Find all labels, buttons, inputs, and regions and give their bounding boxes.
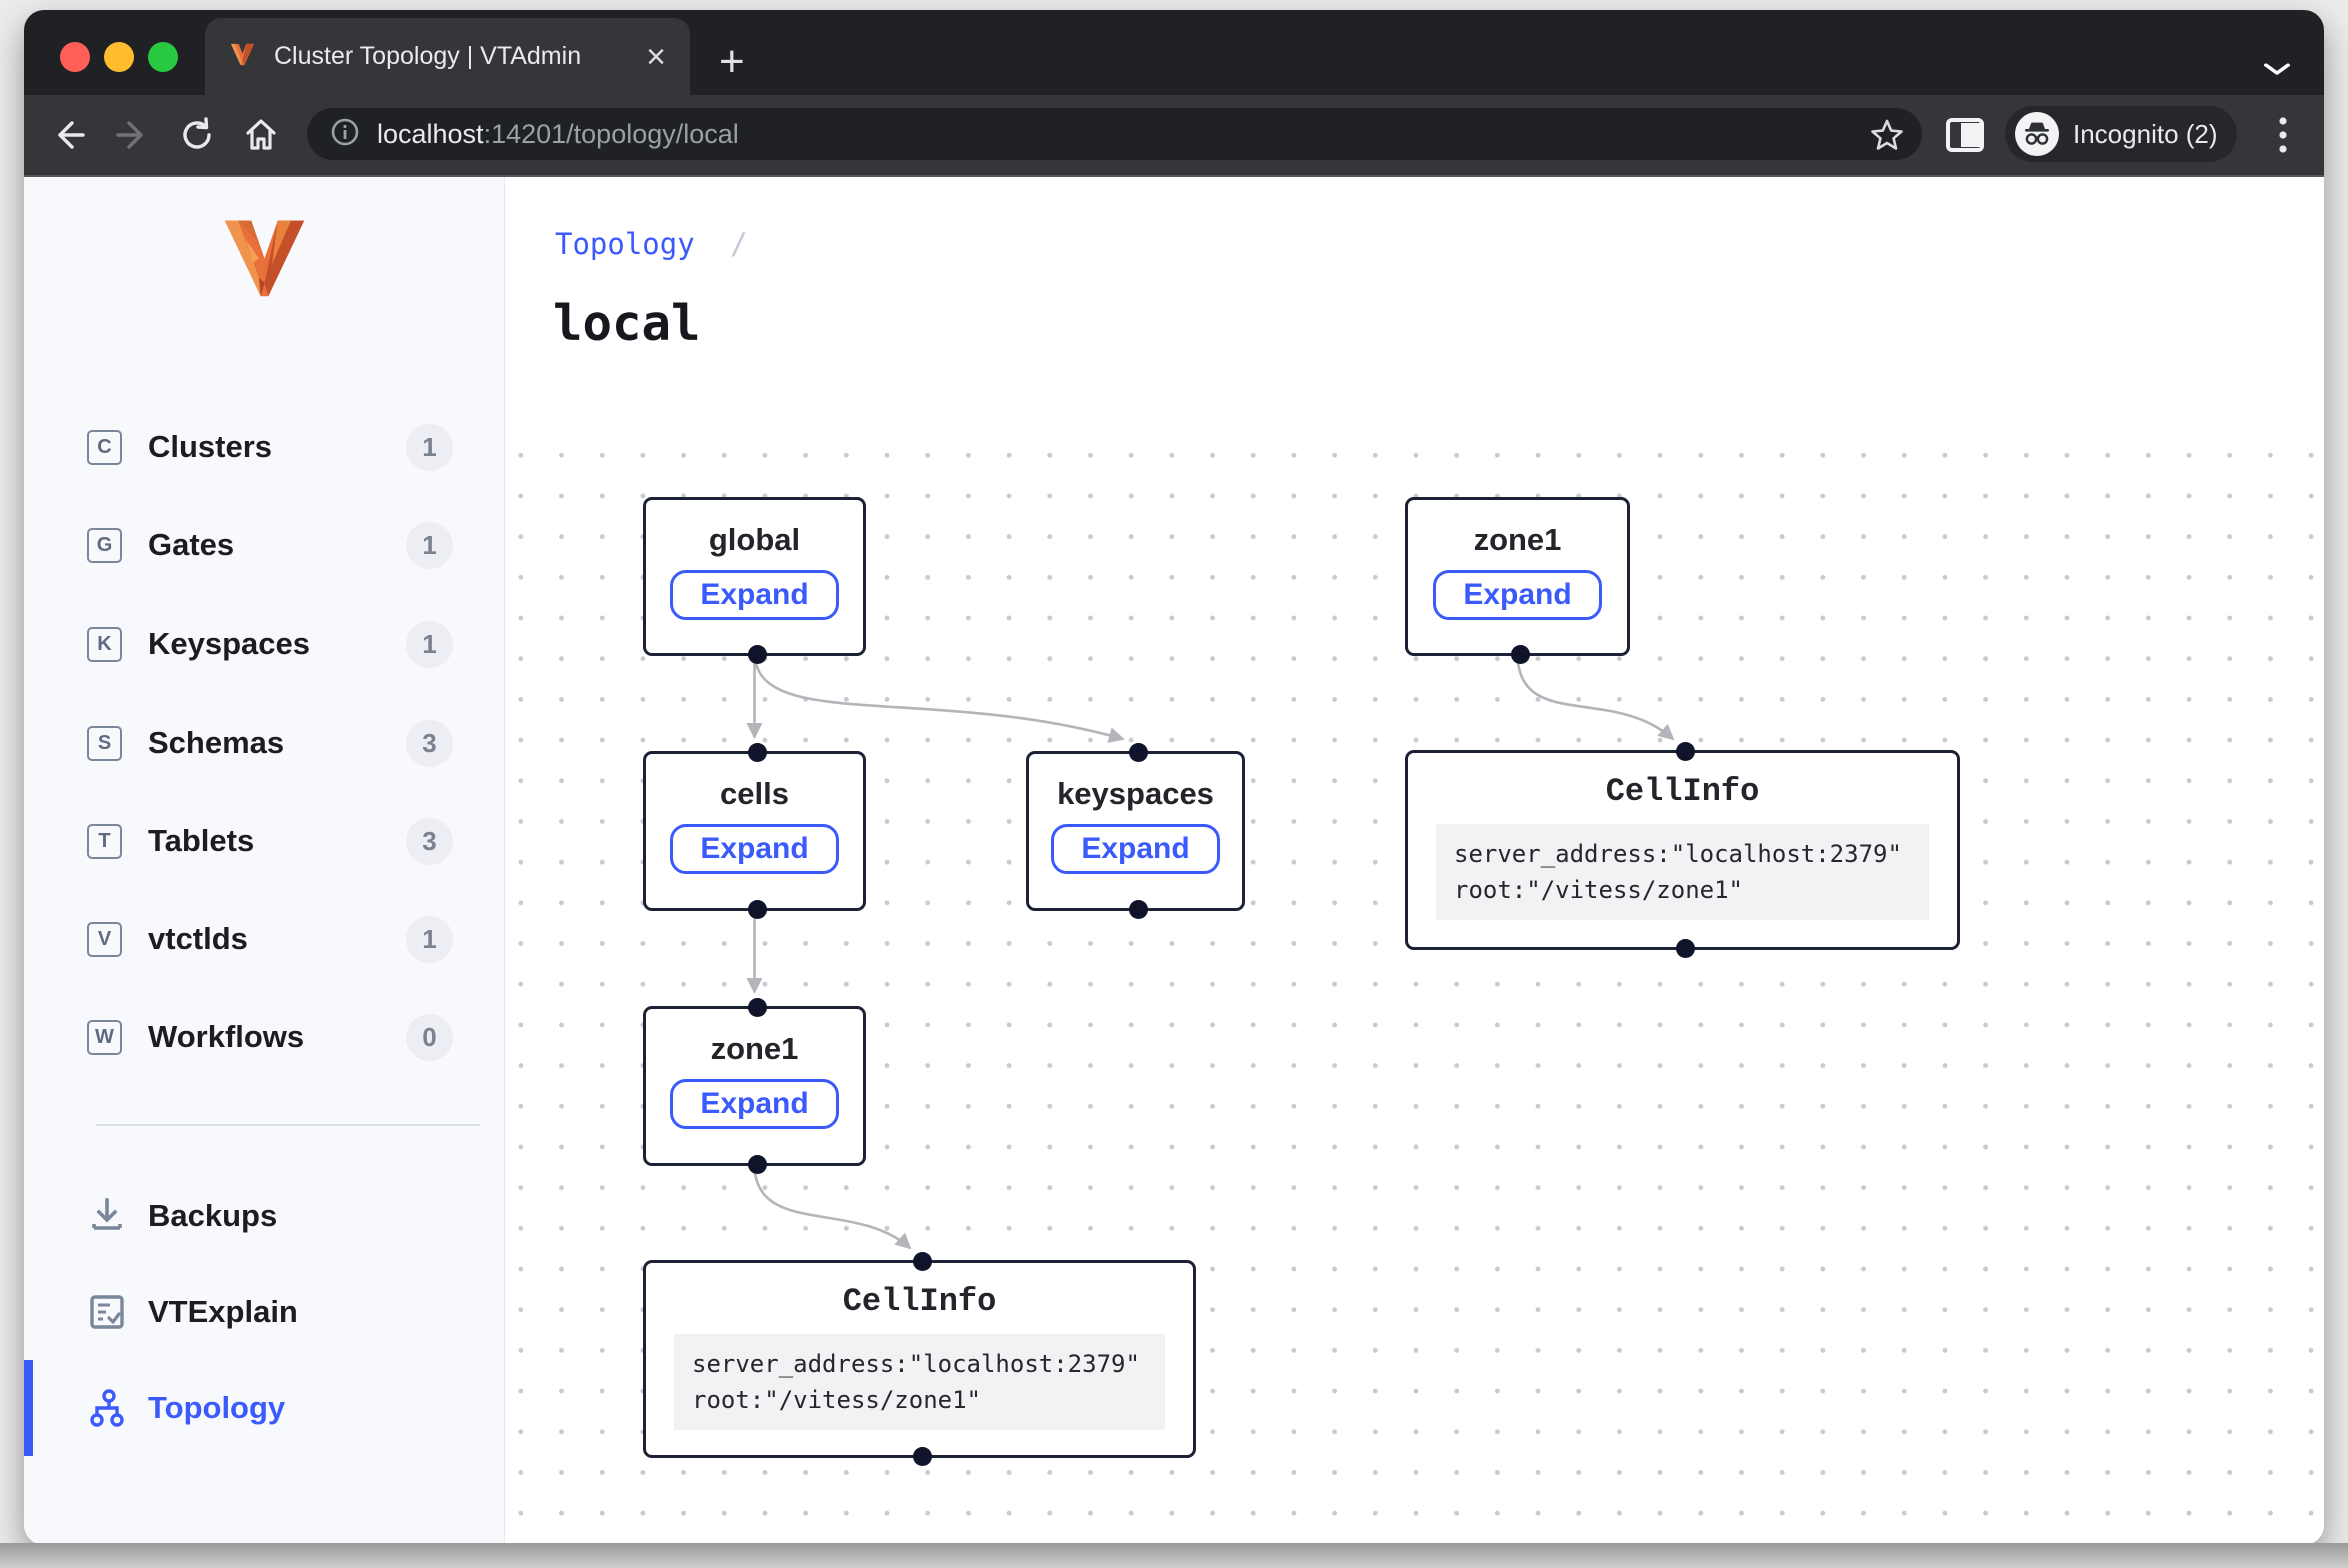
tab-close-icon[interactable]: × bbox=[646, 40, 666, 74]
count-badge: 3 bbox=[406, 818, 453, 865]
expand-button[interactable]: Expand bbox=[670, 570, 838, 620]
url-path: :14201/topology/local bbox=[484, 119, 739, 149]
home-icon[interactable] bbox=[229, 103, 293, 167]
breadcrumb-topology-link[interactable]: Topology bbox=[555, 227, 695, 261]
tab-search-chevron-icon[interactable] bbox=[2262, 54, 2292, 85]
tab-title: Cluster Topology | VTAdmin bbox=[274, 42, 628, 71]
url-host: localhost bbox=[377, 119, 484, 149]
clusters-letter-icon: C bbox=[87, 430, 122, 465]
incognito-badge[interactable]: Incognito (2) bbox=[2005, 106, 2237, 162]
active-item-indicator bbox=[24, 1360, 33, 1456]
vtctlds-letter-icon: V bbox=[87, 922, 122, 957]
node-cellinfo-zone1[interactable]: CellInfo server_address:"localhost:2379"… bbox=[1405, 750, 1960, 950]
handle-bottom bbox=[1676, 939, 1695, 958]
handle-top bbox=[1676, 742, 1695, 761]
sidebar-item-topology[interactable]: Topology bbox=[24, 1360, 504, 1456]
handle-top bbox=[1129, 743, 1148, 762]
cellinfo-code: server_address:"localhost:2379" root:"/v… bbox=[1436, 824, 1929, 920]
handle-bottom bbox=[913, 1447, 932, 1466]
url-bar[interactable]: localhost:14201/topology/local bbox=[307, 108, 1922, 160]
site-info-icon[interactable] bbox=[329, 116, 361, 153]
download-icon bbox=[87, 1196, 127, 1236]
count-badge: 1 bbox=[406, 424, 453, 471]
handle-bottom bbox=[1129, 900, 1148, 919]
topology-canvas[interactable]: global Expand zone1 Expand cells Expand bbox=[505, 430, 2324, 1543]
handle-bottom bbox=[1511, 645, 1530, 664]
browser-window: Cluster Topology | VTAdmin × + localhost… bbox=[24, 10, 2324, 1545]
node-cellinfo-bottom[interactable]: CellInfo server_address:"localhost:2379"… bbox=[643, 1260, 1196, 1458]
breadcrumb: Topology / bbox=[555, 227, 748, 261]
url-text: localhost:14201/topology/local bbox=[377, 119, 739, 150]
minimize-window-button[interactable] bbox=[104, 42, 134, 72]
handle-bottom bbox=[748, 900, 767, 919]
expand-button[interactable]: Expand bbox=[1433, 570, 1601, 620]
handle-bottom bbox=[748, 1155, 767, 1174]
window-drop-shadow bbox=[0, 1543, 2348, 1568]
browser-toolbar: localhost:14201/topology/local Incognito… bbox=[24, 95, 2324, 177]
gates-letter-icon: G bbox=[87, 528, 122, 563]
count-badge: 0 bbox=[406, 1014, 453, 1061]
bookmark-star-icon[interactable] bbox=[1855, 103, 1919, 167]
browser-tab[interactable]: Cluster Topology | VTAdmin × bbox=[205, 18, 690, 95]
sidebar-item-keyspaces[interactable]: K Keyspaces 1 bbox=[24, 596, 504, 692]
node-zone1-top[interactable]: zone1 Expand bbox=[1405, 497, 1630, 656]
count-badge: 1 bbox=[406, 621, 453, 668]
sidebar-item-vtexplain[interactable]: VTExplain bbox=[24, 1264, 504, 1360]
expand-button[interactable]: Expand bbox=[670, 824, 838, 874]
node-keyspaces[interactable]: keyspaces Expand bbox=[1026, 751, 1245, 911]
keyspaces-letter-icon: K bbox=[87, 627, 122, 662]
handle-top bbox=[748, 743, 767, 762]
topology-icon bbox=[87, 1388, 127, 1428]
reload-icon[interactable] bbox=[165, 103, 229, 167]
handle-bottom bbox=[748, 645, 767, 664]
breadcrumb-separator: / bbox=[730, 227, 747, 261]
side-panel-icon[interactable] bbox=[1933, 103, 1997, 167]
workflows-letter-icon: W bbox=[87, 1020, 122, 1055]
sidebar-item-tablets[interactable]: T Tablets 3 bbox=[24, 793, 504, 889]
handle-top bbox=[913, 1252, 932, 1271]
back-icon[interactable] bbox=[36, 103, 100, 167]
main-content: Topology / local bbox=[505, 177, 2324, 1543]
cellinfo-code: server_address:"localhost:2379" root:"/v… bbox=[674, 1334, 1165, 1430]
incognito-icon bbox=[2015, 112, 2059, 156]
sidebar-item-schemas[interactable]: S Schemas 3 bbox=[24, 695, 504, 791]
forward-icon[interactable] bbox=[101, 103, 165, 167]
sidebar: C Clusters 1 G Gates 1 K Keyspaces 1 S S… bbox=[24, 177, 505, 1543]
new-tab-button[interactable]: + bbox=[719, 40, 745, 84]
expand-button[interactable]: Expand bbox=[670, 1079, 838, 1129]
node-zone1-under-cells[interactable]: zone1 Expand bbox=[643, 1006, 866, 1166]
count-badge: 1 bbox=[406, 522, 453, 569]
schemas-letter-icon: S bbox=[87, 726, 122, 761]
sidebar-item-clusters[interactable]: C Clusters 1 bbox=[24, 399, 504, 495]
count-badge: 1 bbox=[406, 916, 453, 963]
tab-strip: Cluster Topology | VTAdmin × + bbox=[24, 10, 2324, 95]
sidebar-item-backups[interactable]: Backups bbox=[24, 1168, 504, 1264]
sidebar-item-gates[interactable]: G Gates 1 bbox=[24, 497, 504, 593]
page-title: local bbox=[553, 295, 701, 352]
expand-button[interactable]: Expand bbox=[1051, 824, 1219, 874]
vitess-favicon-icon bbox=[229, 41, 256, 73]
incognito-label: Incognito (2) bbox=[2073, 119, 2218, 150]
kebab-menu-icon[interactable] bbox=[2251, 103, 2315, 167]
sidebar-item-workflows[interactable]: W Workflows 0 bbox=[24, 989, 504, 1085]
zoom-window-button[interactable] bbox=[148, 42, 178, 72]
document-check-icon bbox=[87, 1292, 127, 1332]
tablets-letter-icon: T bbox=[87, 824, 122, 859]
close-window-button[interactable] bbox=[60, 42, 90, 72]
node-global[interactable]: global Expand bbox=[643, 497, 866, 656]
sidebar-divider bbox=[96, 1124, 480, 1126]
count-badge: 3 bbox=[406, 720, 453, 767]
handle-top bbox=[748, 998, 767, 1017]
sidebar-item-vtctlds[interactable]: V vtctlds 1 bbox=[24, 891, 504, 987]
vitess-logo bbox=[24, 215, 504, 300]
node-cells[interactable]: cells Expand bbox=[643, 751, 866, 911]
